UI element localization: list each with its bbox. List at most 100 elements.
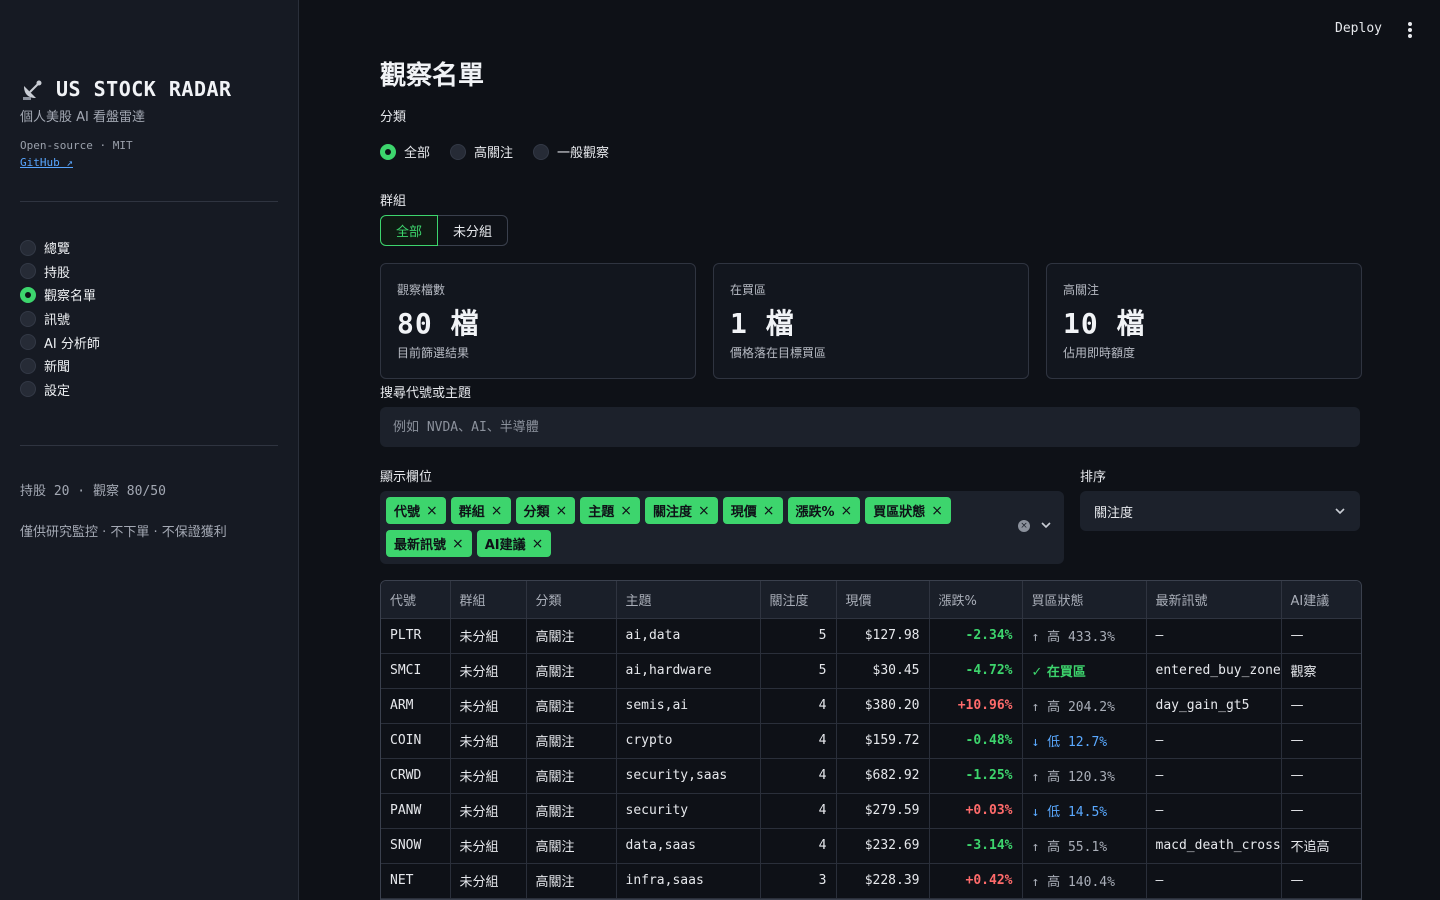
column-header[interactable]: 群組 <box>450 581 527 619</box>
column-header[interactable]: 現價 <box>836 581 930 619</box>
category-option-general[interactable]: 一般觀察 <box>533 142 609 161</box>
kebab-menu-icon[interactable] <box>1408 22 1412 38</box>
cell-buy-zone: ↓ 低 14.5% <box>1022 793 1147 829</box>
clear-icon[interactable]: × <box>1018 520 1030 532</box>
sidebar: US STOCK RADAR 個人美股 AI 看盤雷達 Open-source … <box>0 0 299 900</box>
columns-multiselect[interactable]: 代號 × 群組 × 分類 × 主題 × 關注度 × 現價 × 漲跌% × 買區狀態 × 最新訊號… <box>380 491 1064 564</box>
cell-price: $279.59 <box>836 793 930 829</box>
cell-attention: 4 <box>760 793 837 829</box>
cell-price: $228.39 <box>836 863 930 899</box>
column-chip[interactable]: 主題 × <box>580 497 640 524</box>
metric-caption: 目前篩選結果 <box>397 346 470 360</box>
nav-radio <box>20 357 36 374</box>
cell-signal: macd_death_cross <box>1146 828 1282 864</box>
metric-label: 觀察檔數 <box>397 283 446 297</box>
cell-ai-advice: — <box>1281 688 1361 724</box>
column-header[interactable]: 漲跌% <box>929 581 1023 619</box>
table-row[interactable]: SMCI 未分組 高關注 ai,hardware 5 $30.45 -4.72% ✓ 在買區 e… <box>381 653 1361 689</box>
column-chip[interactable]: AI建議 × <box>476 530 552 557</box>
table-row[interactable]: ARM 未分組 高關注 semis,ai 4 $380.20 +10.96% ↑ 高 204.… <box>381 688 1361 724</box>
table-row[interactable]: COIN 未分組 高關注 crypto 4 $159.72 -0.48% ↓ 低 12.7% —… <box>381 723 1361 759</box>
column-chip[interactable]: 代號 × <box>386 497 446 524</box>
github-link[interactable]: GitHub ↗ <box>20 156 73 169</box>
nav-radio <box>20 263 36 280</box>
close-icon[interactable]: × <box>931 503 943 519</box>
metric-card-in-buy-zone: 在買區 1 檔 價格落在目標買區 <box>713 263 1029 379</box>
chevron-down-icon[interactable] <box>1040 519 1052 531</box>
close-icon[interactable]: × <box>556 503 568 519</box>
cell-attention: 4 <box>760 758 837 794</box>
nav-radio <box>20 334 36 351</box>
column-chip[interactable]: 分類 × <box>515 497 576 524</box>
close-icon[interactable]: × <box>532 536 544 552</box>
cell-buy-zone: ↑ 高 55.1% <box>1022 828 1147 864</box>
column-chip[interactable]: 最新訊號 × <box>386 530 472 557</box>
column-chip[interactable]: 關注度 × <box>645 497 718 524</box>
cell-price: $159.72 <box>836 723 930 759</box>
column-chip[interactable]: 群組 × <box>450 497 511 524</box>
close-icon[interactable]: × <box>620 503 632 519</box>
column-header[interactable]: 分類 <box>526 581 617 619</box>
nav-label: 新聞 <box>44 360 71 376</box>
sort-select[interactable]: 關注度 <box>1080 491 1360 531</box>
category-option-all[interactable]: 全部 <box>380 142 430 161</box>
cell-ai-advice: — <box>1281 863 1361 899</box>
cell-group: 未分組 <box>450 758 527 794</box>
buy-zone-status: ↓ 低 14.5% <box>1031 805 1108 820</box>
nav-item-overview[interactable]: 總覽 <box>20 236 278 260</box>
column-chip[interactable]: 現價 × <box>722 497 783 524</box>
nav-item-watchlist[interactable]: 觀察名單 <box>20 283 278 307</box>
column-chip[interactable]: 買區狀態 × <box>865 497 952 524</box>
column-header[interactable]: 最新訊號 <box>1146 581 1282 619</box>
radio-selected <box>380 143 396 160</box>
table-row[interactable]: SNOW 未分組 高關注 data,saas 4 $232.69 -3.14% ↑ 高 55.… <box>381 828 1361 864</box>
sidebar-stats: 持股 20 · 觀察 80/50 <box>20 484 166 500</box>
cell-group: 未分組 <box>450 688 527 724</box>
cell-category: 高關注 <box>526 688 617 724</box>
cell-ticker: SNOW <box>381 828 451 864</box>
nav-item-holdings[interactable]: 持股 <box>20 260 278 284</box>
table-row[interactable]: NET 未分組 高關注 infra,saas 3 $228.39 +0.42% ↑ 高 140… <box>381 863 1361 899</box>
close-icon[interactable]: × <box>452 536 464 552</box>
column-header[interactable]: 買區狀態 <box>1022 581 1147 619</box>
cell-ticker: PANW <box>381 793 451 829</box>
cell-attention: 5 <box>760 653 837 689</box>
table-row[interactable]: PLTR 未分組 高關注 ai,data 5 $127.98 -2.34% ↑ 高 433.3… <box>381 618 1361 654</box>
group-option-ungrouped[interactable]: 未分組 <box>438 215 509 246</box>
cell-ai-advice: 不追高 <box>1281 828 1361 864</box>
category-radio-group: 全部 高關注 一般觀察 <box>380 142 609 161</box>
nav-item-news[interactable]: 新聞 <box>20 354 278 378</box>
table-body: PLTR 未分組 高關注 ai,data 5 $127.98 -2.34% ↑ 高 433.3… <box>381 618 1361 899</box>
cell-theme: crypto <box>616 723 761 759</box>
cell-attention: 4 <box>760 688 837 724</box>
group-option-all[interactable]: 全部 <box>380 215 439 246</box>
close-icon[interactable]: × <box>491 503 503 519</box>
close-icon[interactable]: × <box>763 503 775 519</box>
deploy-button[interactable]: Deploy <box>1335 21 1382 36</box>
table-row[interactable]: CRWD 未分組 高關注 security,saas 4 $682.92 -1.25% ↑ 高… <box>381 758 1361 794</box>
cell-buy-zone: ↓ 低 12.7% <box>1022 723 1147 759</box>
close-icon[interactable]: × <box>841 503 853 519</box>
table-row[interactable]: PANW 未分組 高關注 security 4 $279.59 +0.03% ↓ 低 14.5… <box>381 793 1361 829</box>
metric-cards: 觀察檔數 80 檔 目前篩選結果 在買區 1 檔 價格落在目標買區 高關注 10… <box>380 263 1362 379</box>
nav-label: 總覽 <box>44 242 71 258</box>
column-header[interactable]: 主題 <box>616 581 761 619</box>
cell-price: $30.45 <box>836 653 930 689</box>
page-title: 觀察名單 <box>380 61 485 91</box>
nav-item-signals[interactable]: 訊號 <box>20 307 278 331</box>
nav-item-ai-analyst[interactable]: AI 分析師 <box>20 330 278 354</box>
satellite-dish-icon <box>23 80 42 100</box>
column-header[interactable]: AI建議 <box>1281 581 1361 619</box>
cell-signal: — <box>1146 758 1282 794</box>
close-icon[interactable]: × <box>698 503 710 519</box>
category-option-high[interactable]: 高關注 <box>450 142 513 161</box>
cell-attention: 4 <box>760 723 837 759</box>
cell-price: $380.20 <box>836 688 930 724</box>
column-header[interactable]: 關注度 <box>760 581 837 619</box>
search-input[interactable] <box>380 407 1360 447</box>
column-header[interactable]: 代號 <box>381 581 451 619</box>
license-text: Open-source · MIT <box>20 139 133 152</box>
nav-item-settings[interactable]: 設定 <box>20 378 278 402</box>
close-icon[interactable]: × <box>426 503 438 519</box>
column-chip[interactable]: 漲跌% × <box>787 497 861 524</box>
